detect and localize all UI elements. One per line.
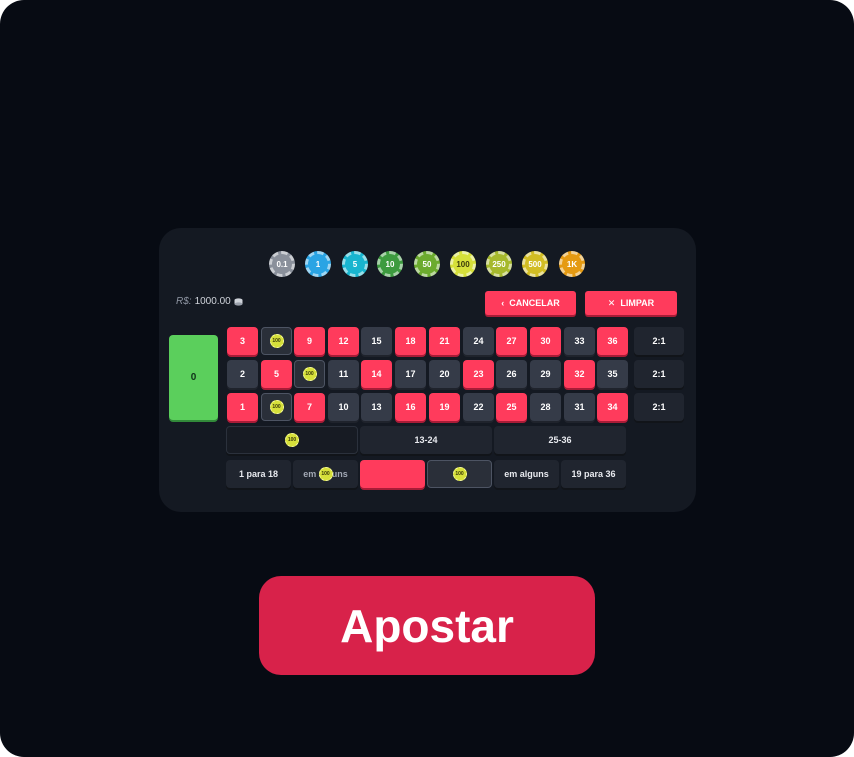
- number-cell-2[interactable]: 2: [227, 360, 258, 388]
- chevron-left-icon: ‹: [501, 298, 505, 308]
- number-cell-16[interactable]: 16: [395, 393, 426, 421]
- cancel-button[interactable]: ‹ CANCELAR: [485, 291, 576, 315]
- placed-chip: 100: [302, 367, 317, 381]
- dozen-bet-1-12[interactable]: 100: [226, 426, 358, 454]
- zero-cell[interactable]: 0: [169, 335, 218, 420]
- column-bet-bottom[interactable]: 2:1: [634, 393, 684, 421]
- number-cell-13[interactable]: 13: [361, 393, 392, 421]
- placed-chip: 100: [452, 467, 467, 481]
- placed-chip: 100: [318, 467, 333, 481]
- number-cell-33[interactable]: 33: [564, 327, 595, 355]
- balance-display: R$: 1000.00: [176, 296, 243, 307]
- game-screen: 0.1 1 5 10 50 100 250 500 1K R$: 1000.00…: [0, 0, 854, 757]
- currency-label: R$:: [176, 296, 192, 307]
- dozen-bet-25-36[interactable]: 25-36: [494, 426, 626, 454]
- number-cell-3[interactable]: 3: [227, 327, 258, 355]
- number-cell-25[interactable]: 25: [496, 393, 527, 421]
- dozen-bet-13-24[interactable]: 13-24: [360, 426, 492, 454]
- chip-50[interactable]: 50: [414, 251, 440, 277]
- coins-icon: [234, 297, 243, 306]
- place-bet-button[interactable]: Apostar: [259, 576, 595, 675]
- number-cell-9[interactable]: 9: [294, 327, 325, 355]
- number-cell-4[interactable]: 100: [261, 393, 292, 421]
- number-cell-24[interactable]: 24: [463, 327, 494, 355]
- chip-500[interactable]: 500: [522, 251, 548, 277]
- number-cell-1[interactable]: 1: [227, 393, 258, 421]
- number-cell-17[interactable]: 17: [395, 360, 426, 388]
- number-cell-19[interactable]: 19: [429, 393, 460, 421]
- number-cell-18[interactable]: 18: [395, 327, 426, 355]
- chip-selector: 0.1 1 5 10 50 100 250 500 1K: [159, 251, 696, 279]
- chip-250[interactable]: 250: [486, 251, 512, 277]
- number-cell-14[interactable]: 14: [361, 360, 392, 388]
- number-cell-35[interactable]: 35: [597, 360, 628, 388]
- high-bet[interactable]: 19 para 36: [561, 460, 626, 488]
- number-cell-7[interactable]: 7: [294, 393, 325, 421]
- column-bet-middle[interactable]: 2:1: [634, 360, 684, 388]
- number-cell-21[interactable]: 21: [429, 327, 460, 355]
- number-cell-11[interactable]: 11: [328, 360, 359, 388]
- black-bet[interactable]: 100: [427, 460, 492, 488]
- low-bet[interactable]: 1 para 18: [226, 460, 291, 488]
- number-cell-30[interactable]: 30: [530, 327, 561, 355]
- number-cell-5[interactable]: 5: [261, 360, 292, 388]
- chip-1[interactable]: 1: [305, 251, 331, 277]
- number-cell-27[interactable]: 27: [496, 327, 527, 355]
- number-cell-10[interactable]: 10: [328, 393, 359, 421]
- placed-chip: 100: [285, 433, 299, 447]
- number-cell-31[interactable]: 31: [564, 393, 595, 421]
- red-bet[interactable]: [360, 460, 425, 488]
- even-bet[interactable]: em alguns 100: [293, 460, 358, 488]
- chip-100[interactable]: 100: [450, 251, 476, 277]
- column-bet-top[interactable]: 2:1: [634, 327, 684, 355]
- number-cell-26[interactable]: 26: [496, 360, 527, 388]
- odd-bet[interactable]: em alguns: [494, 460, 559, 488]
- number-cell-6[interactable]: 100: [261, 327, 292, 355]
- chip-5[interactable]: 5: [342, 251, 368, 277]
- number-cell-29[interactable]: 29: [530, 360, 561, 388]
- chip-10[interactable]: 10: [377, 251, 403, 277]
- number-cell-12[interactable]: 12: [328, 327, 359, 355]
- close-icon: ✕: [607, 297, 616, 308]
- number-cell-22[interactable]: 22: [463, 393, 494, 421]
- number-cell-32[interactable]: 32: [564, 360, 595, 388]
- number-cell-28[interactable]: 28: [530, 393, 561, 421]
- clear-button[interactable]: ✕ LIMPAR: [585, 291, 677, 315]
- number-cell-15[interactable]: 15: [361, 327, 392, 355]
- placed-chip: 100: [269, 400, 284, 414]
- number-cell-8[interactable]: 100: [294, 360, 325, 388]
- balance-amount: 1000.00: [194, 296, 231, 307]
- number-cell-34[interactable]: 34: [597, 393, 628, 421]
- chip-0-1[interactable]: 0.1: [269, 251, 295, 277]
- number-cell-36[interactable]: 36: [597, 327, 628, 355]
- number-cell-23[interactable]: 23: [463, 360, 494, 388]
- number-cell-20[interactable]: 20: [429, 360, 460, 388]
- placed-chip: 100: [269, 334, 284, 348]
- roulette-panel: 0.1 1 5 10 50 100 250 500 1K R$: 1000.00…: [159, 228, 696, 512]
- chip-1k[interactable]: 1K: [559, 251, 585, 277]
